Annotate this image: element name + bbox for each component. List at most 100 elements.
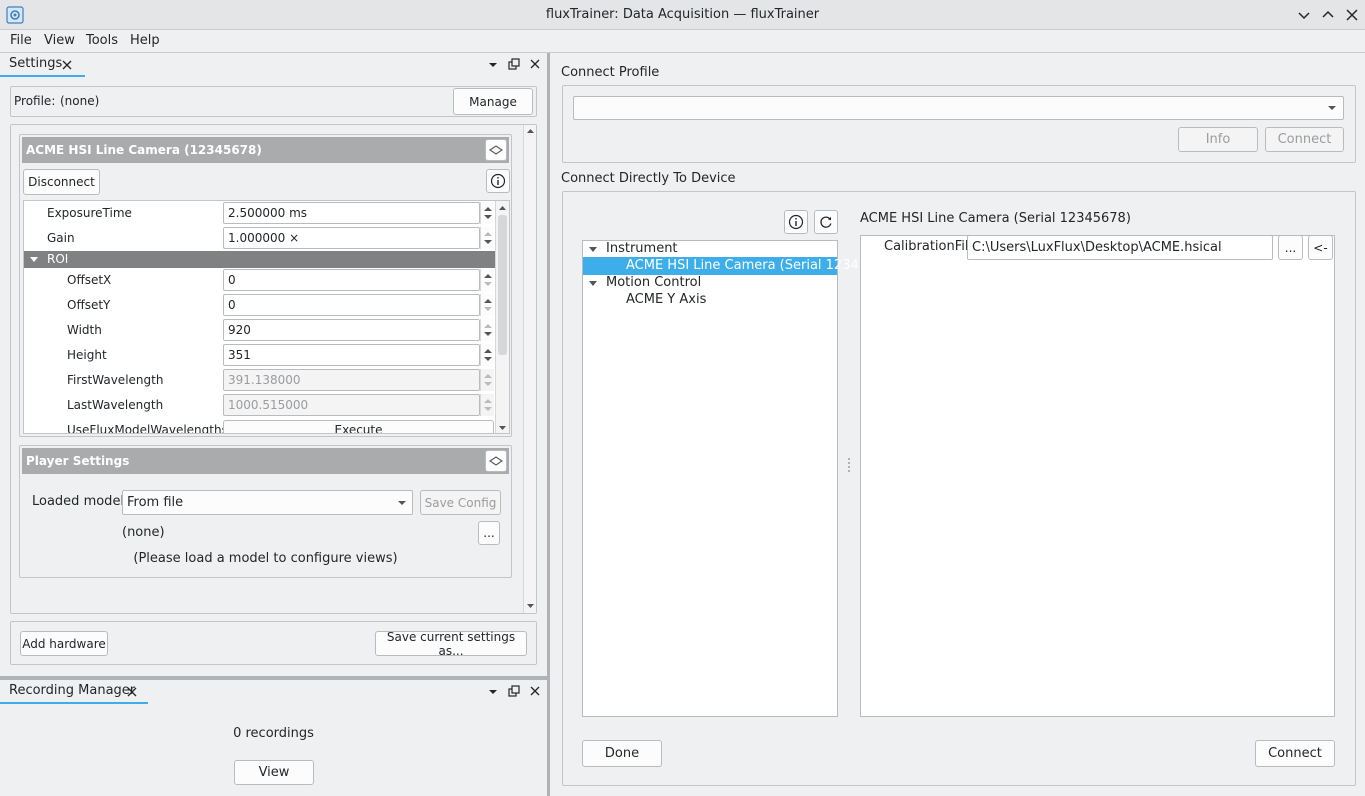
info-icon <box>788 214 804 230</box>
profile-info-button[interactable]: Info <box>1178 127 1258 152</box>
profile-value: (none) <box>60 94 100 108</box>
dropdown-chevron-icon <box>398 501 406 505</box>
float-dock-icon[interactable] <box>507 57 521 71</box>
player-header: Player Settings <box>22 448 509 474</box>
menu-bar <box>0 30 1365 52</box>
collapse-diamond-icon <box>489 145 503 155</box>
param-label: Width <box>67 323 102 337</box>
param-label: FirstWavelength <box>67 373 164 387</box>
menu-file[interactable]: File <box>10 30 32 52</box>
param-label: OffsetY <box>67 298 111 312</box>
param-label: ExposureTime <box>47 206 132 220</box>
profile-label: Profile: <box>14 94 56 108</box>
refresh-devices-button[interactable] <box>814 210 838 234</box>
loaded-model-select[interactable]: From file <box>122 490 413 515</box>
collapse-diamond-icon <box>489 456 503 466</box>
calibration-file-field[interactable]: C:\Users\LuxFlux\Desktop\ACME.hsical <box>967 235 1273 260</box>
first-wavelength-spinner <box>480 369 494 391</box>
offset-x-field[interactable]: 0 <box>223 269 480 291</box>
device-info-button[interactable] <box>784 210 808 234</box>
info-icon <box>490 173 506 189</box>
disconnect-button[interactable]: Disconnect <box>23 169 100 195</box>
float-recording-dock-icon[interactable] <box>507 684 521 698</box>
close-settings-tab-icon[interactable] <box>60 58 74 72</box>
recording-dock-title: Recording Manager <box>9 683 136 698</box>
profile-dropdown-chevron-icon <box>1328 106 1336 110</box>
param-label: LastWavelength <box>67 398 164 412</box>
motion-expand-chevron-icon[interactable] <box>588 279 598 289</box>
refresh-icon <box>820 216 832 228</box>
device-title: ACME HSI Line Camera (Serial 12345678) <box>860 211 1131 226</box>
param-label: Gain <box>47 231 75 245</box>
model-hint-text: (Please load a model to configure views) <box>133 551 398 566</box>
roi-label: ROI <box>47 252 69 266</box>
settings-dock-title: Settings <box>9 56 63 71</box>
connect-profile-title: Connect Profile <box>561 65 660 80</box>
width-field[interactable]: 920 <box>223 319 480 341</box>
roi-header-row[interactable] <box>24 251 495 268</box>
execute-button[interactable]: Execute <box>223 420 494 433</box>
minimize-button[interactable] <box>1295 6 1313 24</box>
browse-model-button[interactable]: ... <box>478 521 500 545</box>
param-label: Height <box>67 348 107 362</box>
menu-help[interactable]: Help <box>130 30 160 52</box>
recordings-count: 0 recordings <box>233 726 314 741</box>
offset-y-spinner[interactable] <box>480 294 494 316</box>
close-recording-dock-icon[interactable] <box>528 684 542 698</box>
dock-menu-chevron-icon[interactable] <box>486 58 500 72</box>
param-label: OffsetX <box>67 273 112 287</box>
calibration-label: CalibrationFile <box>884 239 977 254</box>
offset-y-field[interactable]: 0 <box>223 294 480 316</box>
done-button[interactable]: Done <box>582 740 662 767</box>
manage-button[interactable]: Manage <box>453 88 533 115</box>
model-path-label: (none) <box>122 525 165 540</box>
view-recordings-button[interactable]: View <box>234 760 314 785</box>
window-title: fluxTrainer: Data Acquisition — fluxTrai… <box>545 7 820 22</box>
last-wavelength-spinner <box>480 394 494 416</box>
close-dock-icon[interactable] <box>528 57 542 71</box>
first-wavelength-field: 391.138000 <box>223 369 480 391</box>
height-spinner[interactable] <box>480 344 494 366</box>
pane-splitter-handle[interactable] <box>848 458 850 472</box>
recording-dock-menu-chevron-icon[interactable] <box>486 685 500 699</box>
offset-x-spinner[interactable] <box>480 269 494 291</box>
menu-view[interactable]: View <box>44 30 75 52</box>
reset-calibration-button[interactable]: <- <box>1308 235 1333 260</box>
recording-tab-indicator <box>0 702 148 704</box>
main-splitter[interactable] <box>547 53 550 796</box>
width-spinner[interactable] <box>480 319 494 341</box>
tree-motion-item[interactable]: ACME Y Axis <box>626 290 706 310</box>
collapse-camera-button[interactable] <box>485 139 507 161</box>
close-recording-tab-icon[interactable] <box>125 685 139 699</box>
save-config-button[interactable]: Save Config <box>420 490 501 515</box>
browse-calibration-button[interactable]: ... <box>1278 235 1303 260</box>
device-properties-panel <box>860 235 1335 717</box>
settings-scrollbar[interactable] <box>523 125 536 613</box>
profile-select[interactable] <box>573 96 1344 120</box>
menu-tools[interactable]: Tools <box>86 30 118 52</box>
profile-connect-button[interactable]: Connect <box>1265 127 1344 152</box>
exposure-time-spinner[interactable] <box>480 202 494 224</box>
exposure-time-field[interactable]: 2.500000 ms <box>223 202 480 224</box>
last-wavelength-field: 1000.515000 <box>223 394 480 416</box>
loaded-model-label: Loaded model: <box>32 494 129 509</box>
device-connect-button[interactable]: Connect <box>1255 740 1335 767</box>
height-field[interactable]: 351 <box>223 344 480 366</box>
camera-info-button[interactable] <box>486 169 510 193</box>
use-flux-label: UseFluxModelWavelengths <box>67 423 228 433</box>
roi-expand-chevron-icon[interactable] <box>29 255 39 265</box>
close-window-button[interactable] <box>1343 6 1361 24</box>
save-settings-button[interactable]: Save current settings as... <box>375 630 527 658</box>
params-scrollbar[interactable] <box>495 201 509 433</box>
use-flux-row: UseFluxModelWavelengths Execute <box>24 419 495 433</box>
gain-field[interactable]: 1.000000 × <box>223 227 480 249</box>
gain-spinner[interactable] <box>480 227 494 249</box>
collapse-player-button[interactable] <box>485 450 507 472</box>
add-hardware-button[interactable]: Add hardware <box>20 631 108 656</box>
instrument-expand-chevron-icon[interactable] <box>588 245 598 255</box>
settings-tab-indicator <box>0 75 85 77</box>
menu-divider <box>0 52 1365 53</box>
camera-header: ACME HSI Line Camera (12345678) <box>22 137 509 163</box>
connect-direct-title: Connect Directly To Device <box>561 171 736 186</box>
maximize-button[interactable] <box>1319 6 1337 24</box>
